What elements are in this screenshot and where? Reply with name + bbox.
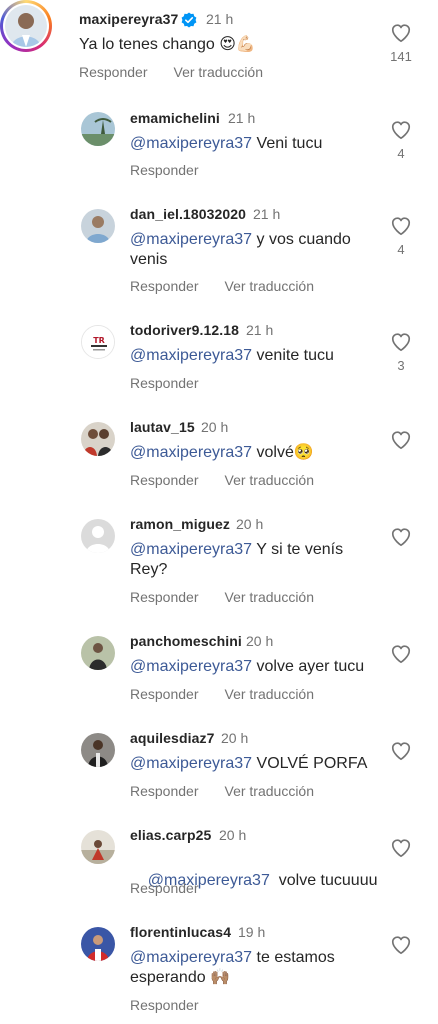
reply-button[interactable]: Responder [130, 686, 199, 702]
mention-link[interactable]: @maxipereyra37 [130, 231, 252, 248]
like-count: 4 [397, 242, 405, 257]
heart-icon[interactable] [390, 119, 412, 141]
mention-link[interactable]: @maxipereyra37 [130, 658, 252, 675]
comment-time: 20 h [201, 419, 229, 435]
see-translation-button[interactable]: Ver traducción [225, 686, 315, 702]
mention-link[interactable]: @maxipereyra37 [130, 541, 252, 558]
comment-actions: Responder [130, 375, 199, 391]
mention-link[interactable]: @maxipereyra37 [130, 755, 252, 772]
avatar[interactable] [81, 636, 115, 670]
verified-badge-icon [181, 12, 197, 28]
comment-actions: Responder [130, 162, 199, 178]
reply-button[interactable]: Responder [130, 162, 199, 178]
reply-comment: ramon_miguez 20 h @maxipereyra37 Y si te… [0, 506, 438, 616]
comment-actions: Responder [130, 880, 199, 896]
comment-text: @maxipereyra37 volvé🥺 [130, 444, 314, 461]
mention-link[interactable]: @maxipereyra37 [130, 949, 252, 966]
see-translation-button[interactable]: Ver traducción [225, 783, 315, 799]
see-translation-button[interactable]: Ver traducción [225, 472, 315, 488]
reply-button[interactable]: Responder [130, 278, 199, 294]
svg-text:TR: TR [93, 336, 105, 345]
reply-comment: elias.carp25 20 h @maxipereyra37 volve t… [0, 817, 438, 909]
comment-text: @maxipereyra37 Y si te venís Rey? [130, 541, 344, 578]
comment-text: Ya lo tenes chango 😍💪🏻 [79, 36, 256, 53]
comment-username[interactable]: emamichelini [130, 110, 220, 126]
comment-actions: Responder Ver traducción [130, 783, 314, 799]
comment-time: 21 h [253, 206, 281, 222]
mention-link[interactable]: @maxipereyra37 [130, 135, 252, 152]
see-translation-button[interactable]: Ver traducción [174, 64, 264, 80]
comment-username[interactable]: maxipereyra37 [79, 11, 178, 27]
comment-actions: Responder Ver traducción [130, 589, 314, 605]
reply-button[interactable]: Responder [130, 472, 199, 488]
comment-text: @maxipereyra37 venite tucu [130, 347, 334, 364]
comment-actions: Responder [130, 997, 199, 1013]
avatar[interactable] [81, 519, 115, 553]
heart-icon[interactable] [390, 740, 412, 762]
see-translation-button[interactable]: Ver traducción [225, 278, 315, 294]
heart-icon[interactable] [390, 22, 412, 44]
reply-button[interactable]: Responder [79, 64, 148, 80]
heart-icon[interactable] [390, 215, 412, 237]
comment-username[interactable]: aquilesdiaz7 [130, 730, 214, 746]
avatar[interactable] [81, 209, 115, 243]
comment-actions: Responder Ver traducción [130, 686, 314, 702]
comment-username[interactable]: lautav_15 [130, 419, 195, 435]
like-count: 141 [390, 49, 412, 64]
reply-comment: florentinlucas4 19 h @maxipereyra37 te e… [0, 914, 438, 1022]
heart-icon[interactable] [390, 837, 412, 859]
reply-comment: lautav_15 20 h @maxipereyra37 volvé🥺 Res… [0, 409, 438, 501]
reply-button[interactable]: Responder [130, 375, 199, 391]
comment-text: @maxipereyra37 volve ayer tucu [130, 658, 365, 675]
comment-actions: Responder Ver traducción [79, 64, 263, 80]
reply-button[interactable]: Responder [130, 997, 199, 1013]
comment-username[interactable]: panchomeschini [130, 633, 242, 649]
avatar[interactable] [81, 112, 115, 146]
comment-username[interactable]: ramon_miguez [130, 516, 230, 532]
comment-time: 20 h [246, 633, 274, 649]
avatar[interactable] [81, 733, 115, 767]
heart-icon[interactable] [390, 643, 412, 665]
main-comment: maxipereyra37 21 h Ya lo tenes chango 😍💪… [0, 0, 438, 95]
comment-username[interactable]: dan_iel.18032020 [130, 206, 246, 222]
comment-time: 21 h [228, 110, 256, 126]
reply-comment: panchomeschini 20 h @maxipereyra37 volve… [0, 623, 438, 715]
avatar[interactable] [81, 422, 115, 456]
comment-text: @maxipereyra37 VOLVÉ PORFA [130, 755, 368, 772]
reply-button[interactable]: Responder [130, 783, 199, 799]
comment-username[interactable]: todoriver9.12.18 [130, 322, 239, 338]
comment-time: 21 h [206, 11, 234, 27]
comment-text: @maxipereyra37 te estamos esperando 🙌🏽 [130, 949, 335, 986]
comment-text: @maxipereyra37 y vos cuando venis [130, 231, 351, 268]
like-count: 4 [397, 146, 405, 161]
comment-actions: Responder Ver traducción [130, 472, 314, 488]
reply-comment: dan_iel.18032020 21 h @maxipereyra37 y v… [0, 196, 438, 306]
comment-time: 20 h [219, 827, 247, 843]
heart-icon[interactable] [390, 429, 412, 451]
comment-time: 19 h [238, 924, 266, 940]
avatar[interactable] [81, 830, 115, 864]
mention-link[interactable]: @maxipereyra37 [130, 444, 252, 461]
avatar[interactable] [0, 0, 52, 52]
heart-icon[interactable] [390, 934, 412, 956]
reply-button[interactable]: Responder [130, 589, 199, 605]
see-translation-button[interactable]: Ver traducción [225, 589, 315, 605]
reply-button[interactable]: Responder [130, 880, 199, 896]
avatar[interactable] [81, 927, 115, 961]
mention-link[interactable]: @maxipereyra37 [130, 347, 252, 364]
comment-time: 20 h [221, 730, 249, 746]
comment-username[interactable]: elias.carp25 [130, 827, 211, 843]
comment-actions: Responder Ver traducción [130, 278, 314, 294]
avatar[interactable]: TR [81, 325, 115, 359]
comment-username[interactable]: florentinlucas4 [130, 924, 231, 940]
like-count: 3 [397, 358, 405, 373]
reply-comment: aquilesdiaz7 20 h @maxipereyra37 VOLVÉ P… [0, 720, 438, 812]
comment-text: @maxipereyra37 Veni tucu [130, 135, 323, 152]
comment-time: 20 h [236, 516, 264, 532]
heart-icon[interactable] [390, 526, 412, 548]
comment-time: 21 h [246, 322, 274, 338]
reply-comment: TR todoriver9.12.18 21 h @maxipereyra37 … [0, 312, 438, 404]
heart-icon[interactable] [390, 331, 412, 353]
reply-comment: emamichelini 21 h @maxipereyra37 Veni tu… [0, 100, 438, 192]
